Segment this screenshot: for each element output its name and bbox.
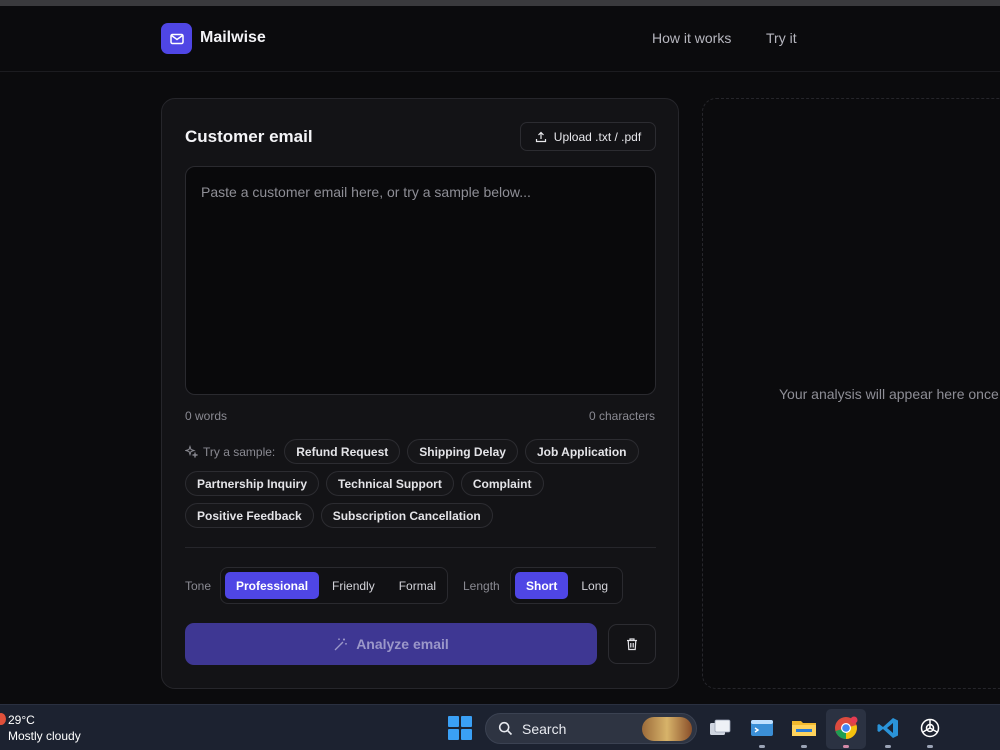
os-taskbar: 29°C Mostly cloudy Search [0,704,1000,750]
search-highlight-image [642,717,692,741]
tone-option-friendly[interactable]: Friendly [321,572,386,599]
sample-chip-refund-request[interactable]: Refund Request [284,439,401,464]
word-count: 0 words [185,409,228,423]
sample-row: Try a sample: Refund Request Shipping De… [185,439,639,464]
search-icon [498,721,513,736]
upload-button-label: Upload .txt / .pdf [553,129,642,144]
email-input[interactable] [185,166,656,395]
sample-row: Positive Feedback Subscription Cancellat… [185,503,493,528]
analyze-email-label: Analyze email [356,636,449,652]
magic-wand-icon [334,638,347,650]
tone-label: Tone [185,579,212,593]
tone-option-professional[interactable]: Professional [225,572,320,599]
running-indicator [843,745,849,748]
brand-name[interactable]: Mailwise [200,29,266,47]
running-indicator [885,745,891,748]
logo[interactable] [161,23,192,54]
windows-start-icon[interactable] [448,716,472,740]
length-label: Length [463,579,500,593]
task-view-icon[interactable] [706,714,734,742]
terminal-icon[interactable] [748,714,776,748]
upload-icon [535,131,546,142]
sample-chip-subscription-cancellation[interactable]: Subscription Cancellation [320,503,493,528]
chrome-icon[interactable] [832,714,860,748]
weather-description[interactable]: Mostly cloudy [8,729,81,743]
length-selector: Short Long [510,567,623,604]
sample-label-text: Try a sample: [203,444,276,459]
divider [185,547,656,548]
running-indicator [927,745,933,748]
weather-icon[interactable] [0,713,6,725]
search-label: Search [522,720,567,737]
tone-option-formal[interactable]: Formal [388,572,447,599]
sample-chip-technical-support[interactable]: Technical Support [326,471,454,496]
email-composer-card: Customer email Upload .txt / .pdf 0 word… [161,98,679,689]
trash-icon [627,638,637,651]
clear-button[interactable] [608,624,656,664]
running-indicator [759,745,765,748]
sample-chip-shipping-delay[interactable]: Shipping Delay [407,439,518,464]
mail-icon [169,33,184,44]
file-explorer-icon[interactable] [790,714,818,748]
sample-row: Partnership Inquiry Technical Support Co… [185,471,544,496]
weather-temperature[interactable]: 29°C [8,713,35,727]
nav-how-it-works[interactable]: How it works [652,30,731,46]
nav-try-it[interactable]: Try it [766,30,797,46]
result-empty-text: Your analysis will appear here once [779,386,999,402]
sample-chip-job-application[interactable]: Job Application [524,439,639,464]
analyze-email-button[interactable]: Analyze email [185,623,597,665]
app-header: Mailwise How it works Try it [0,6,1000,72]
tone-selector: Professional Friendly Formal [220,567,448,604]
vscode-icon[interactable] [874,714,902,748]
sparkles-icon [185,445,198,458]
card-title: Customer email [185,127,313,146]
sample-chip-complaint[interactable]: Complaint [460,471,544,496]
chatgpt-icon[interactable] [916,714,944,748]
sample-chip-partnership-inquiry[interactable]: Partnership Inquiry [185,471,320,496]
upload-button[interactable]: Upload .txt / .pdf [520,122,656,151]
length-option-long[interactable]: Long [570,572,619,599]
length-option-short[interactable]: Short [515,572,569,599]
character-count: 0 characters [588,409,655,423]
running-indicator [801,745,807,748]
taskbar-search[interactable]: Search [485,713,697,744]
sample-label: Try a sample: [185,445,275,459]
sample-chip-positive-feedback[interactable]: Positive Feedback [185,503,314,528]
analysis-result-panel: Your analysis will appear here once [702,98,1000,689]
